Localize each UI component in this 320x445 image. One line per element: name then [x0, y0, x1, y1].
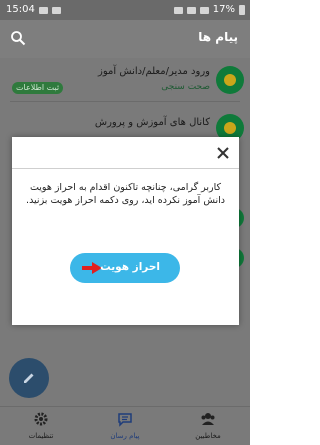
mute-icon — [173, 6, 183, 14]
battery-icon — [239, 5, 245, 15]
status-bar: 15:04 17% — [0, 0, 250, 20]
dialog-message: کاربر گرامی، چنانچه تاکنون اقدام به احرا… — [26, 182, 225, 206]
authenticate-button[interactable]: احراز هویت — [70, 253, 180, 283]
wifi-icon — [186, 6, 196, 14]
battery-percent: 17% — [212, 4, 235, 15]
notification-icon — [38, 6, 48, 14]
status-time: 15:04 — [6, 4, 35, 15]
signal-icon — [199, 6, 209, 14]
divider — [12, 168, 239, 169]
arrow-right-icon — [82, 262, 102, 274]
authenticate-button-label: احراز هویت — [100, 261, 160, 273]
close-icon[interactable] — [215, 145, 231, 161]
image-icon — [51, 6, 61, 14]
auth-dialog: کاربر گرامی، چنانچه تاکنون اقدام به احرا… — [12, 137, 239, 325]
